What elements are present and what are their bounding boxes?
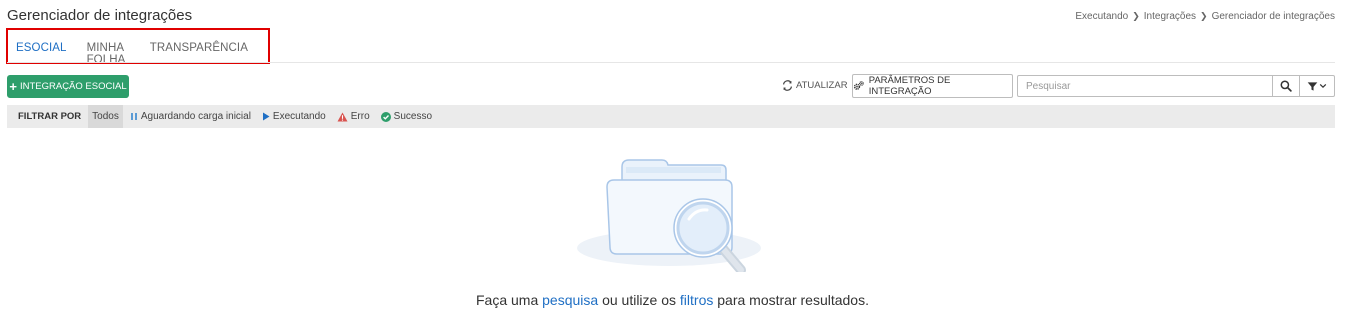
add-integration-button[interactable]: + INTEGRAÇÃO ESOCIAL: [7, 75, 129, 98]
filter-option-label: Erro: [350, 111, 370, 122]
chevron-right-icon: ❯: [1200, 11, 1208, 21]
filter-success[interactable]: Sucesso: [377, 105, 436, 128]
filters-link[interactable]: filtros: [680, 292, 713, 308]
filter-option-label: Sucesso: [393, 111, 433, 122]
tabs-highlight-box: ESOCIAL MINHA FOLHA TRANSPARÊNCIA: [6, 28, 270, 66]
filter-awaiting-initial-load[interactable]: Aguardando carga inicial: [126, 105, 255, 128]
search-link[interactable]: pesquisa: [542, 292, 598, 308]
filter-option-label: Aguardando carga inicial: [140, 111, 251, 122]
divider: [7, 62, 1335, 63]
breadcrumb-item[interactable]: Executando: [1075, 11, 1128, 22]
plus-icon: +: [9, 79, 17, 94]
warning-icon: [337, 111, 348, 122]
advanced-filter-button[interactable]: [1300, 75, 1335, 97]
empty-message-prefix: Faça uma: [476, 292, 543, 308]
integration-parameters-label: PARÂMETROS DE INTEGRAÇÃO: [868, 75, 951, 97]
search-input[interactable]: [1017, 75, 1273, 97]
filter-icon: [1307, 81, 1318, 91]
filter-label: FILTRAR POR: [18, 111, 82, 122]
filter-option-label: Executando: [272, 111, 326, 122]
integration-parameters-button[interactable]: PARÂMETROS DE INTEGRAÇÃO: [852, 74, 1013, 98]
filter-all[interactable]: Todos: [88, 105, 123, 128]
search-icon: [1280, 80, 1292, 92]
search-button[interactable]: [1273, 75, 1300, 97]
filter-running[interactable]: Executando: [258, 105, 330, 128]
chevron-down-icon: [1319, 83, 1327, 89]
empty-state-message: Faça uma pesquisa ou utilize os filtros …: [0, 292, 1345, 308]
empty-state: Faça uma pesquisa ou utilize os filtros …: [0, 140, 1345, 320]
filter-option-label: Todos: [92, 111, 119, 122]
filter-error[interactable]: Erro: [333, 105, 374, 128]
refresh-label: ATUALIZAR: [796, 80, 848, 91]
empty-message-middle: ou utilize os: [598, 292, 680, 308]
gears-icon: [853, 81, 864, 90]
empty-message-suffix: para mostrar resultados.: [713, 292, 869, 308]
pause-icon: [130, 113, 137, 120]
refresh-button[interactable]: ATUALIZAR: [782, 80, 848, 91]
filter-bar: FILTRAR POR Todos Aguardando carga inici…: [7, 105, 1335, 128]
breadcrumb-item[interactable]: Integrações: [1144, 11, 1196, 22]
breadcrumb: Executando ❯ Integrações ❯ Gerenciador d…: [1075, 11, 1335, 22]
add-integration-label: INTEGRAÇÃO ESOCIAL: [19, 81, 127, 92]
check-circle-icon: [380, 111, 391, 122]
page-title: Gerenciador de integrações: [7, 7, 193, 24]
breadcrumb-item: Gerenciador de integrações: [1211, 11, 1335, 22]
play-icon: [262, 112, 270, 121]
chevron-right-icon: ❯: [1132, 11, 1140, 21]
folder-search-illustration-icon: [577, 159, 761, 272]
refresh-icon: [782, 80, 793, 91]
